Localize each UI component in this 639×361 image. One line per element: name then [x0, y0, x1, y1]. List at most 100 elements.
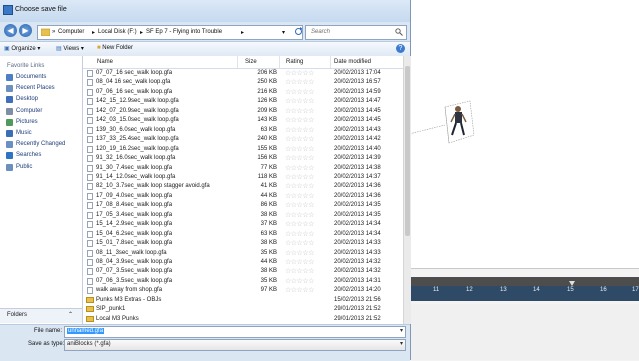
file-date: 20/02/2013 14:32 — [334, 268, 381, 275]
nav-item-desktop[interactable]: Desktop — [6, 95, 80, 105]
star-rating-icon[interactable]: ☆☆☆☆☆ — [285, 154, 314, 162]
column-divider[interactable] — [330, 56, 331, 68]
star-rating-icon[interactable]: ☆☆☆☆☆ — [285, 107, 314, 115]
file-name-input[interactable]: unnamed.gfa ▾ — [64, 326, 406, 338]
star-rating-icon[interactable]: ☆☆☆☆☆ — [285, 201, 314, 209]
column-rating[interactable]: Rating — [286, 59, 303, 65]
file-row[interactable]: 82_10_3.7sec_walk loop stagger avoid.gfa… — [83, 182, 403, 191]
chevron-down-icon[interactable]: ▾ — [400, 340, 403, 347]
file-row[interactable]: Local M3 Punks 29/01/2013 21:52 — [83, 315, 403, 324]
file-row[interactable]: 91_14_12.0sec_walk loop.gfa 118 KB ☆☆☆☆☆ 20… — [83, 173, 403, 182]
nav-item-searches[interactable]: Searches — [6, 151, 80, 161]
star-rating-icon[interactable]: ☆☆☆☆☆ — [285, 173, 314, 181]
file-row[interactable]: 137_33_25.4sec_walk loop.gfa 240 KB ☆☆☆☆☆ 2… — [83, 135, 403, 144]
star-rating-icon[interactable]: ☆☆☆☆☆ — [285, 286, 314, 294]
search-input[interactable]: Search — [305, 25, 407, 40]
file-icon — [87, 107, 93, 115]
file-row[interactable]: 07_06_16 sec_walk loop.gfa 216 KB ☆☆☆☆☆ 20/… — [83, 88, 403, 97]
views-icon: ▤ — [56, 46, 62, 52]
file-row[interactable]: 91_32_16.0sec_walk loop.gfa 156 KB ☆☆☆☆☆ 20… — [83, 154, 403, 163]
star-rating-icon[interactable]: ☆☆☆☆☆ — [285, 267, 314, 275]
timeline-ruler[interactable]: 11 12 13 14 15 16 17 — [410, 286, 639, 301]
file-row[interactable]: SIP_punk1 29/01/2013 21:52 — [83, 305, 403, 314]
help-button[interactable]: ? — [396, 44, 405, 53]
folders-toggle[interactable]: Folders ⌃ — [0, 308, 82, 323]
column-date-modified[interactable]: Date modified — [334, 59, 371, 65]
file-icon — [87, 79, 93, 87]
star-rating-icon[interactable]: ☆☆☆☆☆ — [285, 182, 314, 190]
chevron-down-icon[interactable]: ▾ — [282, 29, 285, 36]
file-row[interactable]: 91_30_7.4sec_walk loop.gfa 77 KB ☆☆☆☆☆ 20/0… — [83, 164, 403, 173]
search-icon[interactable] — [395, 28, 403, 36]
nav-item-recently-changed[interactable]: Recently Changed — [6, 140, 80, 150]
star-rating-icon[interactable]: ☆☆☆☆☆ — [285, 239, 314, 247]
star-rating-icon[interactable]: ☆☆☆☆☆ — [285, 277, 314, 285]
column-divider[interactable] — [279, 56, 280, 68]
file-row[interactable]: 07_07_16 sec_walk loop.gfa 206 KB ☆☆☆☆☆ 20/… — [83, 69, 403, 78]
file-icon — [87, 70, 93, 77]
star-rating-icon[interactable]: ☆☆☆☆☆ — [285, 230, 314, 238]
star-rating-icon[interactable]: ☆☆☆☆☆ — [285, 164, 314, 172]
file-row[interactable]: 07_07_3.5sec_walk loop.gfa 38 KB ☆☆☆☆☆ 20/0… — [83, 267, 403, 276]
new-folder-icon: ■ — [97, 45, 101, 51]
column-size[interactable]: Size — [245, 59, 257, 65]
star-rating-icon[interactable]: ☆☆☆☆☆ — [285, 88, 314, 96]
organize-button[interactable]: ▣ Organize ▾ — [4, 45, 40, 52]
nav-item-recent-places[interactable]: Recent Places — [6, 84, 80, 94]
save-as-type-select[interactable]: aniBlocks (*.gfa) ▾ — [64, 339, 406, 351]
file-row[interactable]: walk away from shop.gfa 97 KB ☆☆☆☆☆ 20/02/2… — [83, 286, 403, 295]
file-row[interactable]: 120_19_16.2sec_walk loop.gfa 155 KB ☆☆☆☆☆ 2… — [83, 145, 403, 154]
file-row[interactable]: 07_06_3.5sec_walk loop.gfa 35 KB ☆☆☆☆☆ 20/0… — [83, 277, 403, 286]
nav-item-pictures[interactable]: Pictures — [6, 118, 80, 128]
scrollbar-thumb[interactable] — [405, 66, 410, 236]
nav-item-public[interactable]: Public — [6, 163, 80, 173]
star-rating-icon[interactable]: ☆☆☆☆☆ — [285, 69, 314, 77]
file-row[interactable]: 08_04 16 sec_walk loop.gfa 250 KB ☆☆☆☆☆ 20/… — [83, 78, 403, 87]
nav-item-music[interactable]: Music — [6, 129, 80, 139]
vertical-scrollbar[interactable] — [403, 56, 411, 324]
column-name[interactable]: Name — [97, 59, 113, 65]
file-row[interactable]: 142_07_20.9sec_walk loop.gfa 209 KB ☆☆☆☆☆ 2… — [83, 107, 403, 116]
star-rating-icon[interactable]: ☆☆☆☆☆ — [285, 211, 314, 219]
column-divider[interactable] — [237, 56, 238, 68]
breadcrumb-item-folder[interactable]: SF Ep 7 - Flying into Trouble — [146, 29, 222, 35]
refresh-icon[interactable] — [294, 26, 302, 39]
timeline-tick: 16 — [600, 287, 607, 293]
star-rating-icon[interactable]: ☆☆☆☆☆ — [285, 145, 314, 153]
file-row[interactable]: 08_04_3.9sec_walk loop.gfa 44 KB ☆☆☆☆☆ 20/0… — [83, 258, 403, 267]
file-row[interactable]: 17_08_8.4sec_walk loop.gfa 86 KB ☆☆☆☆☆ 20/0… — [83, 201, 403, 210]
breadcrumb[interactable]: » Computer ▸ Local Disk (F:) ▸ SF Ep 7 -… — [37, 25, 303, 40]
save-dialog: Choose save file ◀ ▶ » Computer ▸ Local … — [0, 0, 411, 361]
chevron-down-icon[interactable]: ▾ — [400, 327, 403, 334]
file-row[interactable]: 15_14_2.9sec_walk loop.gfa 37 KB ☆☆☆☆☆ 20/0… — [83, 220, 403, 229]
forward-button[interactable]: ▶ — [19, 24, 32, 37]
playhead-marker[interactable] — [569, 281, 575, 286]
views-button[interactable]: ▤ Views ▾ — [56, 45, 84, 52]
new-folder-button[interactable]: ■ New Folder — [97, 45, 133, 51]
file-row[interactable]: 15_01_7.8sec_walk loop.gfa 38 KB ☆☆☆☆☆ 20/0… — [83, 239, 403, 248]
nav-item-computer[interactable]: Computer — [6, 107, 80, 117]
file-row[interactable]: 15_04_6.2sec_walk loop.gfa 63 KB ☆☆☆☆☆ 20/0… — [83, 230, 403, 239]
file-row[interactable]: 17_05_3.4sec_walk loop.gfa 38 KB ☆☆☆☆☆ 20/0… — [83, 211, 403, 220]
file-row[interactable]: 08_11_3sec_walk loop.gfa 35 KB ☆☆☆☆☆ 20/02/… — [83, 249, 403, 258]
star-rating-icon[interactable]: ☆☆☆☆☆ — [285, 258, 314, 266]
file-row[interactable]: 17_09_4.0sec_walk loop.gfa 44 KB ☆☆☆☆☆ 20/0… — [83, 192, 403, 201]
timeline-panel[interactable]: 11 12 13 14 15 16 17 — [410, 268, 639, 361]
nav-item-documents[interactable]: Documents — [6, 73, 80, 83]
file-row[interactable]: 139_30_6.0sec_walk loop.gfa 63 KB ☆☆☆☆☆ 20/… — [83, 126, 403, 135]
file-row[interactable]: Punks M3 Extras - OBJs 15/02/2013 21:56 — [83, 296, 403, 305]
star-rating-icon[interactable]: ☆☆☆☆☆ — [285, 97, 314, 105]
back-button[interactable]: ◀ — [4, 24, 17, 37]
star-rating-icon[interactable]: ☆☆☆☆☆ — [285, 192, 314, 200]
file-row[interactable]: 142_15_12.9sec_walk loop.gfa 126 KB ☆☆☆☆☆ 2… — [83, 97, 403, 106]
star-rating-icon[interactable]: ☆☆☆☆☆ — [285, 78, 314, 86]
star-rating-icon[interactable]: ☆☆☆☆☆ — [285, 135, 314, 143]
breadcrumb-item-drive[interactable]: Local Disk (F:) — [98, 29, 137, 35]
file-name: 82_10_3.7sec_walk loop stagger avoid.gfa — [96, 183, 210, 190]
star-rating-icon[interactable]: ☆☆☆☆☆ — [285, 126, 314, 134]
file-row[interactable]: 142_03_15.0sec_walk loop.gfa 143 KB ☆☆☆☆☆ 2… — [83, 116, 403, 125]
star-rating-icon[interactable]: ☆☆☆☆☆ — [285, 220, 314, 228]
star-rating-icon[interactable]: ☆☆☆☆☆ — [285, 249, 314, 257]
star-rating-icon[interactable]: ☆☆☆☆☆ — [285, 116, 314, 124]
breadcrumb-item-computer[interactable]: Computer — [58, 29, 84, 35]
